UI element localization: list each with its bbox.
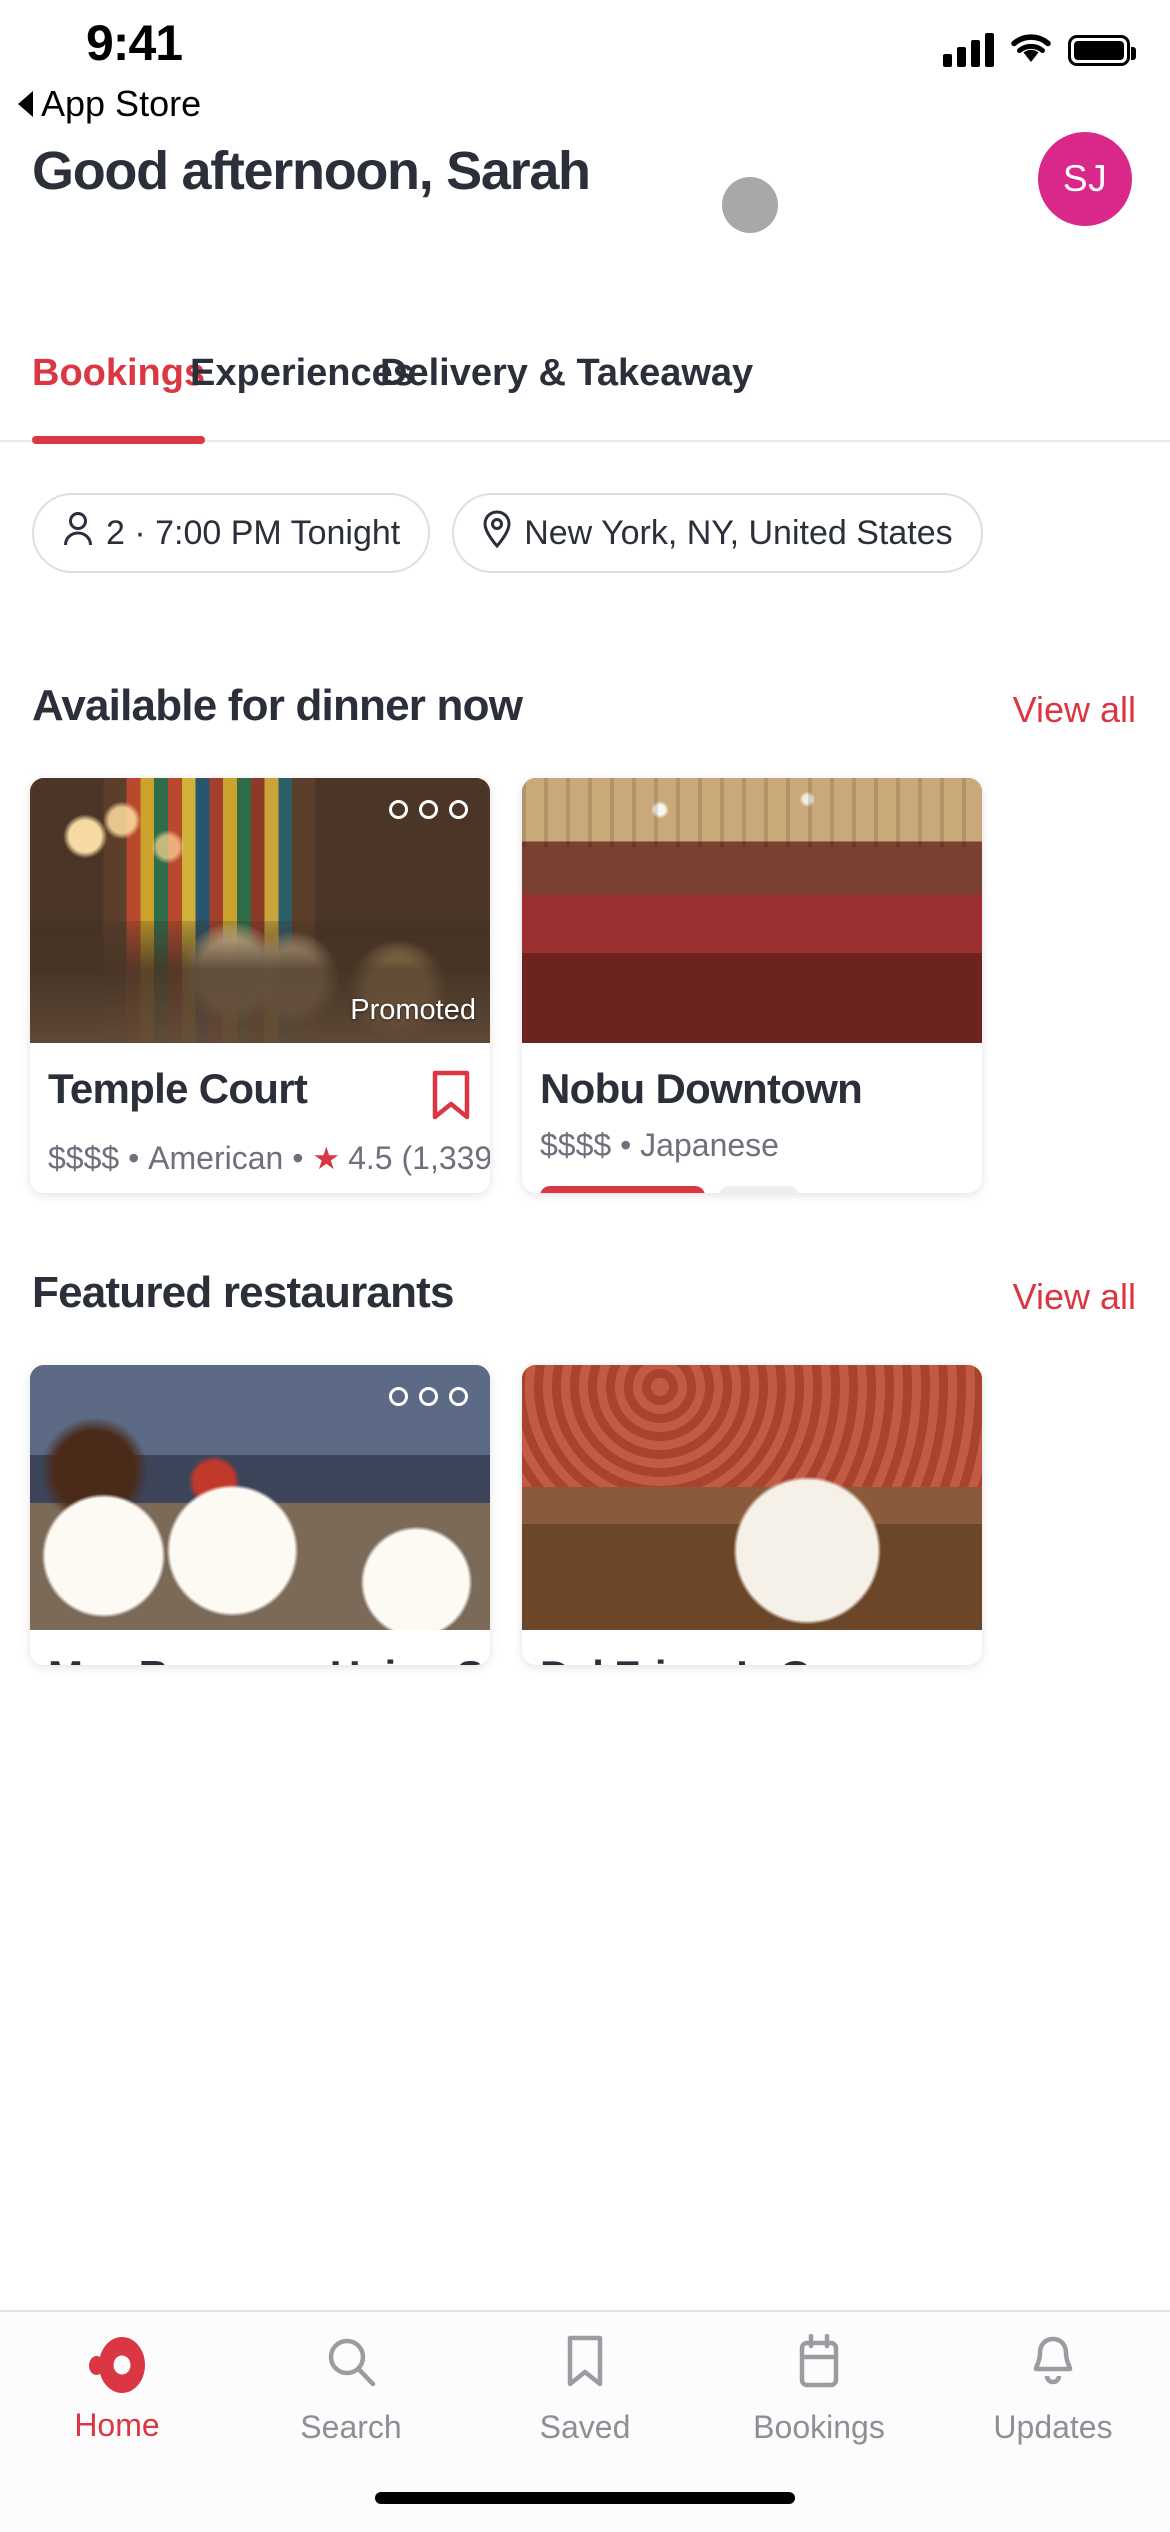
location-pin-icon [482, 509, 512, 557]
tab-bookings[interactable]: Bookings [32, 352, 206, 444]
price-level: $$$$ [540, 1127, 612, 1163]
party-time-filter[interactable]: 2 · 7:00 PM Tonight [32, 493, 431, 573]
nav-item-home-label: Home [74, 2406, 160, 2443]
restaurant-photo-image [522, 778, 982, 1043]
tab-bookings-label: Bookings [32, 352, 206, 394]
meta-sep-1: • [119, 1140, 149, 1176]
nav-item-saved-label: Saved [539, 2409, 631, 2445]
signal-bars-icon [943, 33, 994, 67]
nav-item-updates-label: Updates [993, 2409, 1113, 2445]
battery-icon [1068, 34, 1136, 66]
meta-sep-2: • [283, 1140, 313, 1176]
page-header: Good afternoon, Sarah SJ [0, 118, 1170, 246]
time-slot-button[interactable]: 6:00 PM [540, 1186, 705, 1193]
featured-restaurants-rail[interactable]: Max Brenner - Union Sq... Del Frisco’s G [0, 1365, 1170, 1665]
nav-item-updates[interactable]: Updates [936, 2312, 1170, 2468]
rating-value: 4.5 [348, 1140, 393, 1176]
restaurant-name: Nobu Downtown [540, 1065, 863, 1112]
avatar[interactable]: SJ [1038, 132, 1132, 226]
section-title-featured-restaurants: Featured restaurants [32, 1268, 455, 1317]
restaurant-name: Temple Court [48, 1065, 308, 1112]
cuisine: American [148, 1140, 284, 1176]
promoted-badge: Promoted [350, 994, 476, 1026]
meta-sep-1: • [611, 1127, 641, 1163]
time-slot-button-empty[interactable] [718, 1186, 799, 1193]
nav-item-search[interactable]: Search [234, 2312, 468, 2468]
nav-item-bookings-label: Bookings [753, 2409, 885, 2445]
person-icon [62, 511, 94, 556]
wifi-icon [1010, 32, 1052, 69]
tab-active-underline [32, 436, 206, 444]
restaurant-photo-image [522, 1365, 982, 1630]
section-title-available-dinner: Available for dinner now [32, 681, 523, 730]
restaurant-meta: $$$$ • Japanese [540, 1127, 964, 1164]
tab-delivery-takeaway-label: Delivery & Takeaway [380, 352, 754, 394]
nav-item-home[interactable]: Home [0, 2312, 234, 2468]
restaurant-photo[interactable] [522, 1365, 982, 1630]
bottom-navigation-bar: Home Search Saved Bookings Updates [0, 2310, 1170, 2532]
tab-delivery-takeaway[interactable]: Delivery & Takeaway [380, 352, 753, 442]
status-bar-time: 9:41 [86, 15, 183, 71]
touch-cursor-indicator [722, 177, 778, 233]
star-icon: ★ [312, 1140, 341, 1176]
home-indicator [375, 2492, 795, 2504]
nav-item-bookings[interactable]: Bookings [702, 2312, 936, 2468]
view-all-featured-restaurants[interactable]: View all [1013, 1276, 1136, 1318]
nav-item-saved[interactable]: Saved [468, 2312, 702, 2468]
restaurant-name: Del Frisco’s G [540, 1652, 812, 1665]
restaurant-card[interactable]: Max Brenner - Union Sq... [30, 1365, 490, 1665]
filter-pills: 2 · 7:00 PM Tonight New York, NY, United… [32, 493, 983, 573]
primary-tabs: Bookings Experiences Delivery & Takeaway [0, 352, 1170, 444]
cuisine: Japanese [640, 1127, 779, 1163]
party-time-filter-label: 2 · 7:00 PM Tonight [106, 513, 401, 552]
bookmark-icon [563, 2334, 607, 2395]
location-filter-label: New York, NY, United States [524, 513, 953, 552]
restaurant-card[interactable]: Nobu Downtown $$$$ • Japanese 6:00 PM +1… [522, 778, 982, 1193]
photo-pagination-dots[interactable] [389, 1387, 468, 1406]
bookmark-icon[interactable] [430, 1069, 472, 1126]
opentable-home-icon [89, 2336, 145, 2393]
location-filter[interactable]: New York, NY, United States [452, 493, 983, 573]
status-bar: 9:41 App Store [0, 0, 1170, 124]
restaurant-photo[interactable] [522, 778, 982, 1043]
meta-space [393, 1140, 402, 1177]
calendar-icon [794, 2333, 844, 2395]
available-dinner-rail[interactable]: Promoted Temple Court $$$$ • American • … [0, 778, 1170, 1193]
bell-icon [1028, 2334, 1078, 2395]
photo-pagination-dots[interactable] [389, 800, 468, 819]
page-title: Good afternoon, Sarah [32, 141, 591, 201]
review-count: (1,339) [401, 1140, 490, 1176]
time-slot-list: 6:00 PM [540, 1186, 964, 1193]
back-arrow-icon [18, 91, 33, 117]
restaurant-card[interactable]: Promoted Temple Court $$$$ • American • … [30, 778, 490, 1193]
restaurant-name: Max Brenner - Union Sq... [48, 1652, 490, 1665]
restaurant-photo[interactable]: Promoted [30, 778, 490, 1043]
view-all-available-dinner[interactable]: View all [1013, 689, 1136, 731]
nav-item-search-label: Search [300, 2409, 402, 2445]
restaurant-card[interactable]: Del Frisco’s G [522, 1365, 982, 1665]
status-bar-indicators [943, 28, 1136, 72]
price-level: $$$$ [48, 1140, 120, 1176]
restaurant-photo[interactable] [30, 1365, 490, 1630]
search-icon [323, 2334, 379, 2395]
restaurant-meta: $$$$ • American • ★ 4.5 (1,339) [48, 1140, 490, 1177]
